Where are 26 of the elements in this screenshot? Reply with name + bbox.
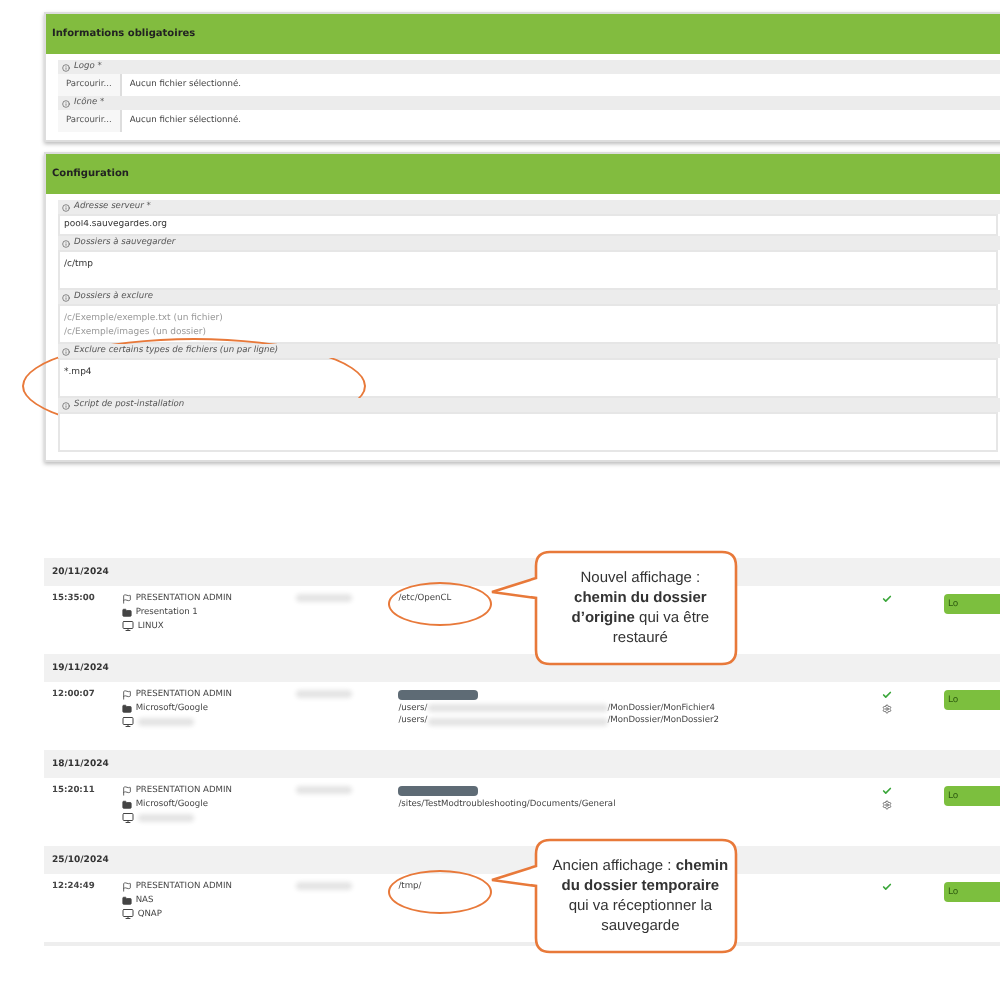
info-icon [62, 63, 70, 71]
info-icon [62, 203, 70, 211]
gear-icon [882, 800, 893, 810]
folder-icon [121, 607, 132, 617]
monitor-icon [121, 620, 134, 632]
info-icon [62, 347, 70, 355]
flag-icon [121, 882, 132, 892]
gear-icon [882, 704, 893, 714]
check-icon [882, 594, 893, 604]
info-icon [62, 99, 70, 107]
flag-icon [121, 594, 132, 604]
check-icon [882, 882, 893, 892]
monitor-icon [121, 908, 134, 920]
flag-icon [121, 690, 132, 700]
check-icon [882, 786, 893, 796]
folder-icon [121, 799, 132, 809]
info-icon [62, 293, 70, 301]
monitor-icon [121, 812, 134, 824]
folder-icon [121, 895, 132, 905]
flag-icon [121, 786, 132, 796]
monitor-icon [121, 716, 134, 728]
folder-icon [121, 703, 132, 713]
info-icon [62, 401, 70, 409]
info-icon [62, 239, 70, 247]
text-area[interactable] [58, 412, 998, 452]
check-icon [882, 690, 893, 700]
